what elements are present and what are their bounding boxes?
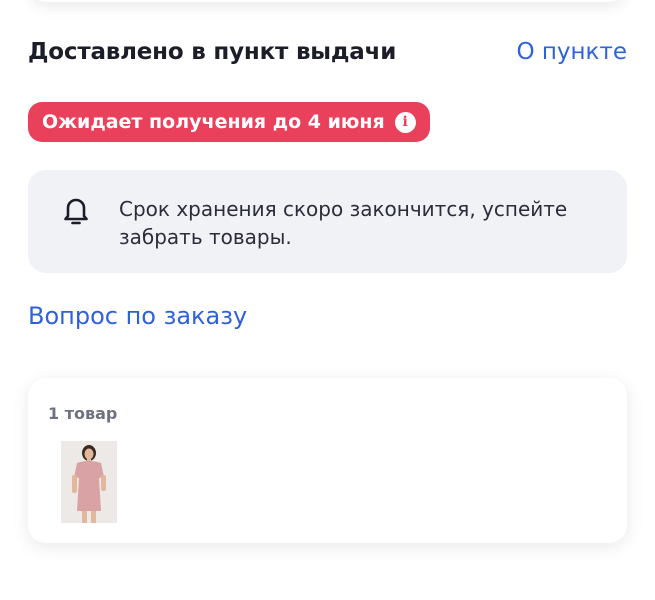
status-title: Доставлено в пункт выдачи	[28, 39, 397, 65]
product-thumbnail[interactable]	[61, 441, 117, 523]
product-image	[61, 441, 117, 523]
items-count: 1 товар	[48, 404, 118, 423]
info-icon[interactable]: i	[394, 111, 416, 133]
bell-icon	[64, 198, 88, 225]
previous-card-edge	[28, 0, 627, 2]
order-details-page: Доставлено в пункт выдачи О пункте Ожида…	[0, 0, 655, 600]
order-question-link[interactable]: Вопрос по заказу	[28, 302, 247, 330]
order-items-card: 1 товар	[28, 378, 627, 543]
badge-label: Ожидает получения до 4 июня	[42, 111, 385, 133]
about-pickup-point-link[interactable]: О пункте	[516, 39, 627, 65]
status-header: Доставлено в пункт выдачи О пункте	[28, 32, 627, 72]
storage-notice: Срок хранения скоро закончится, успейте …	[28, 170, 627, 273]
pickup-deadline-badge[interactable]: Ожидает получения до 4 июня i	[28, 102, 430, 142]
notice-text: Срок хранения скоро закончится, успейте …	[119, 197, 568, 249]
